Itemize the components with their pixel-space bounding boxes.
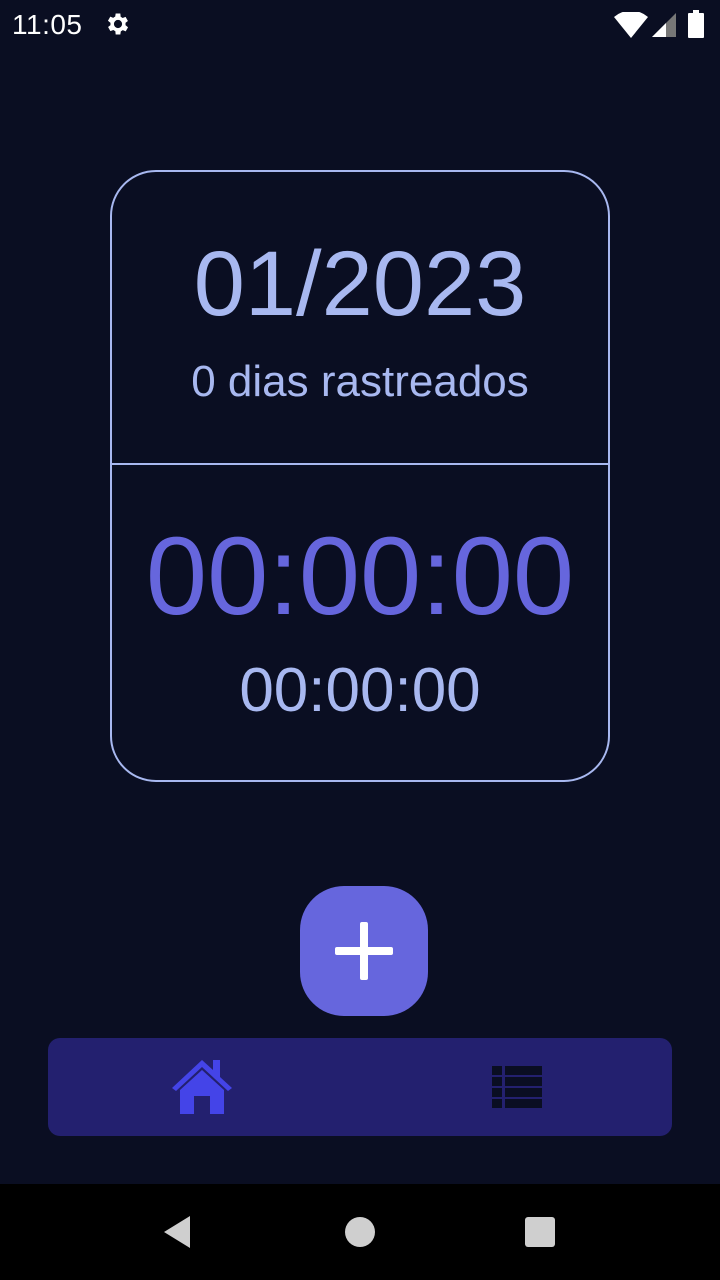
bottom-navigation: [48, 1038, 672, 1136]
status-bar: 11:05: [0, 0, 720, 48]
secondary-time-display: 00:00:00: [239, 656, 481, 725]
screen: 11:05 01/2023 0 dias rastreados 00:00:00…: [0, 0, 720, 1280]
card-divider: [112, 463, 608, 465]
status-time: 11:05: [12, 9, 83, 40]
recent-apps-icon[interactable]: [524, 1216, 556, 1248]
home-icon[interactable]: [170, 1056, 234, 1116]
battery-icon: [688, 10, 704, 38]
list-icon[interactable]: [492, 1066, 542, 1108]
system-home-icon[interactable]: [344, 1216, 376, 1248]
total-time-display: 00:00:00: [145, 515, 575, 638]
add-button[interactable]: [300, 886, 428, 1016]
back-icon[interactable]: [160, 1214, 196, 1250]
wifi-icon: [614, 12, 648, 38]
month-summary-card: 01/2023 0 dias rastreados 00:00:00 00:00…: [110, 170, 610, 782]
plus-icon: [335, 922, 393, 980]
cell-signal-icon: [652, 13, 676, 37]
days-tracked-label: 0 dias rastreados: [191, 357, 529, 406]
gear-icon: [107, 13, 129, 35]
system-navigation-bar: [0, 1184, 720, 1280]
month-year-label: 01/2023: [193, 233, 527, 335]
